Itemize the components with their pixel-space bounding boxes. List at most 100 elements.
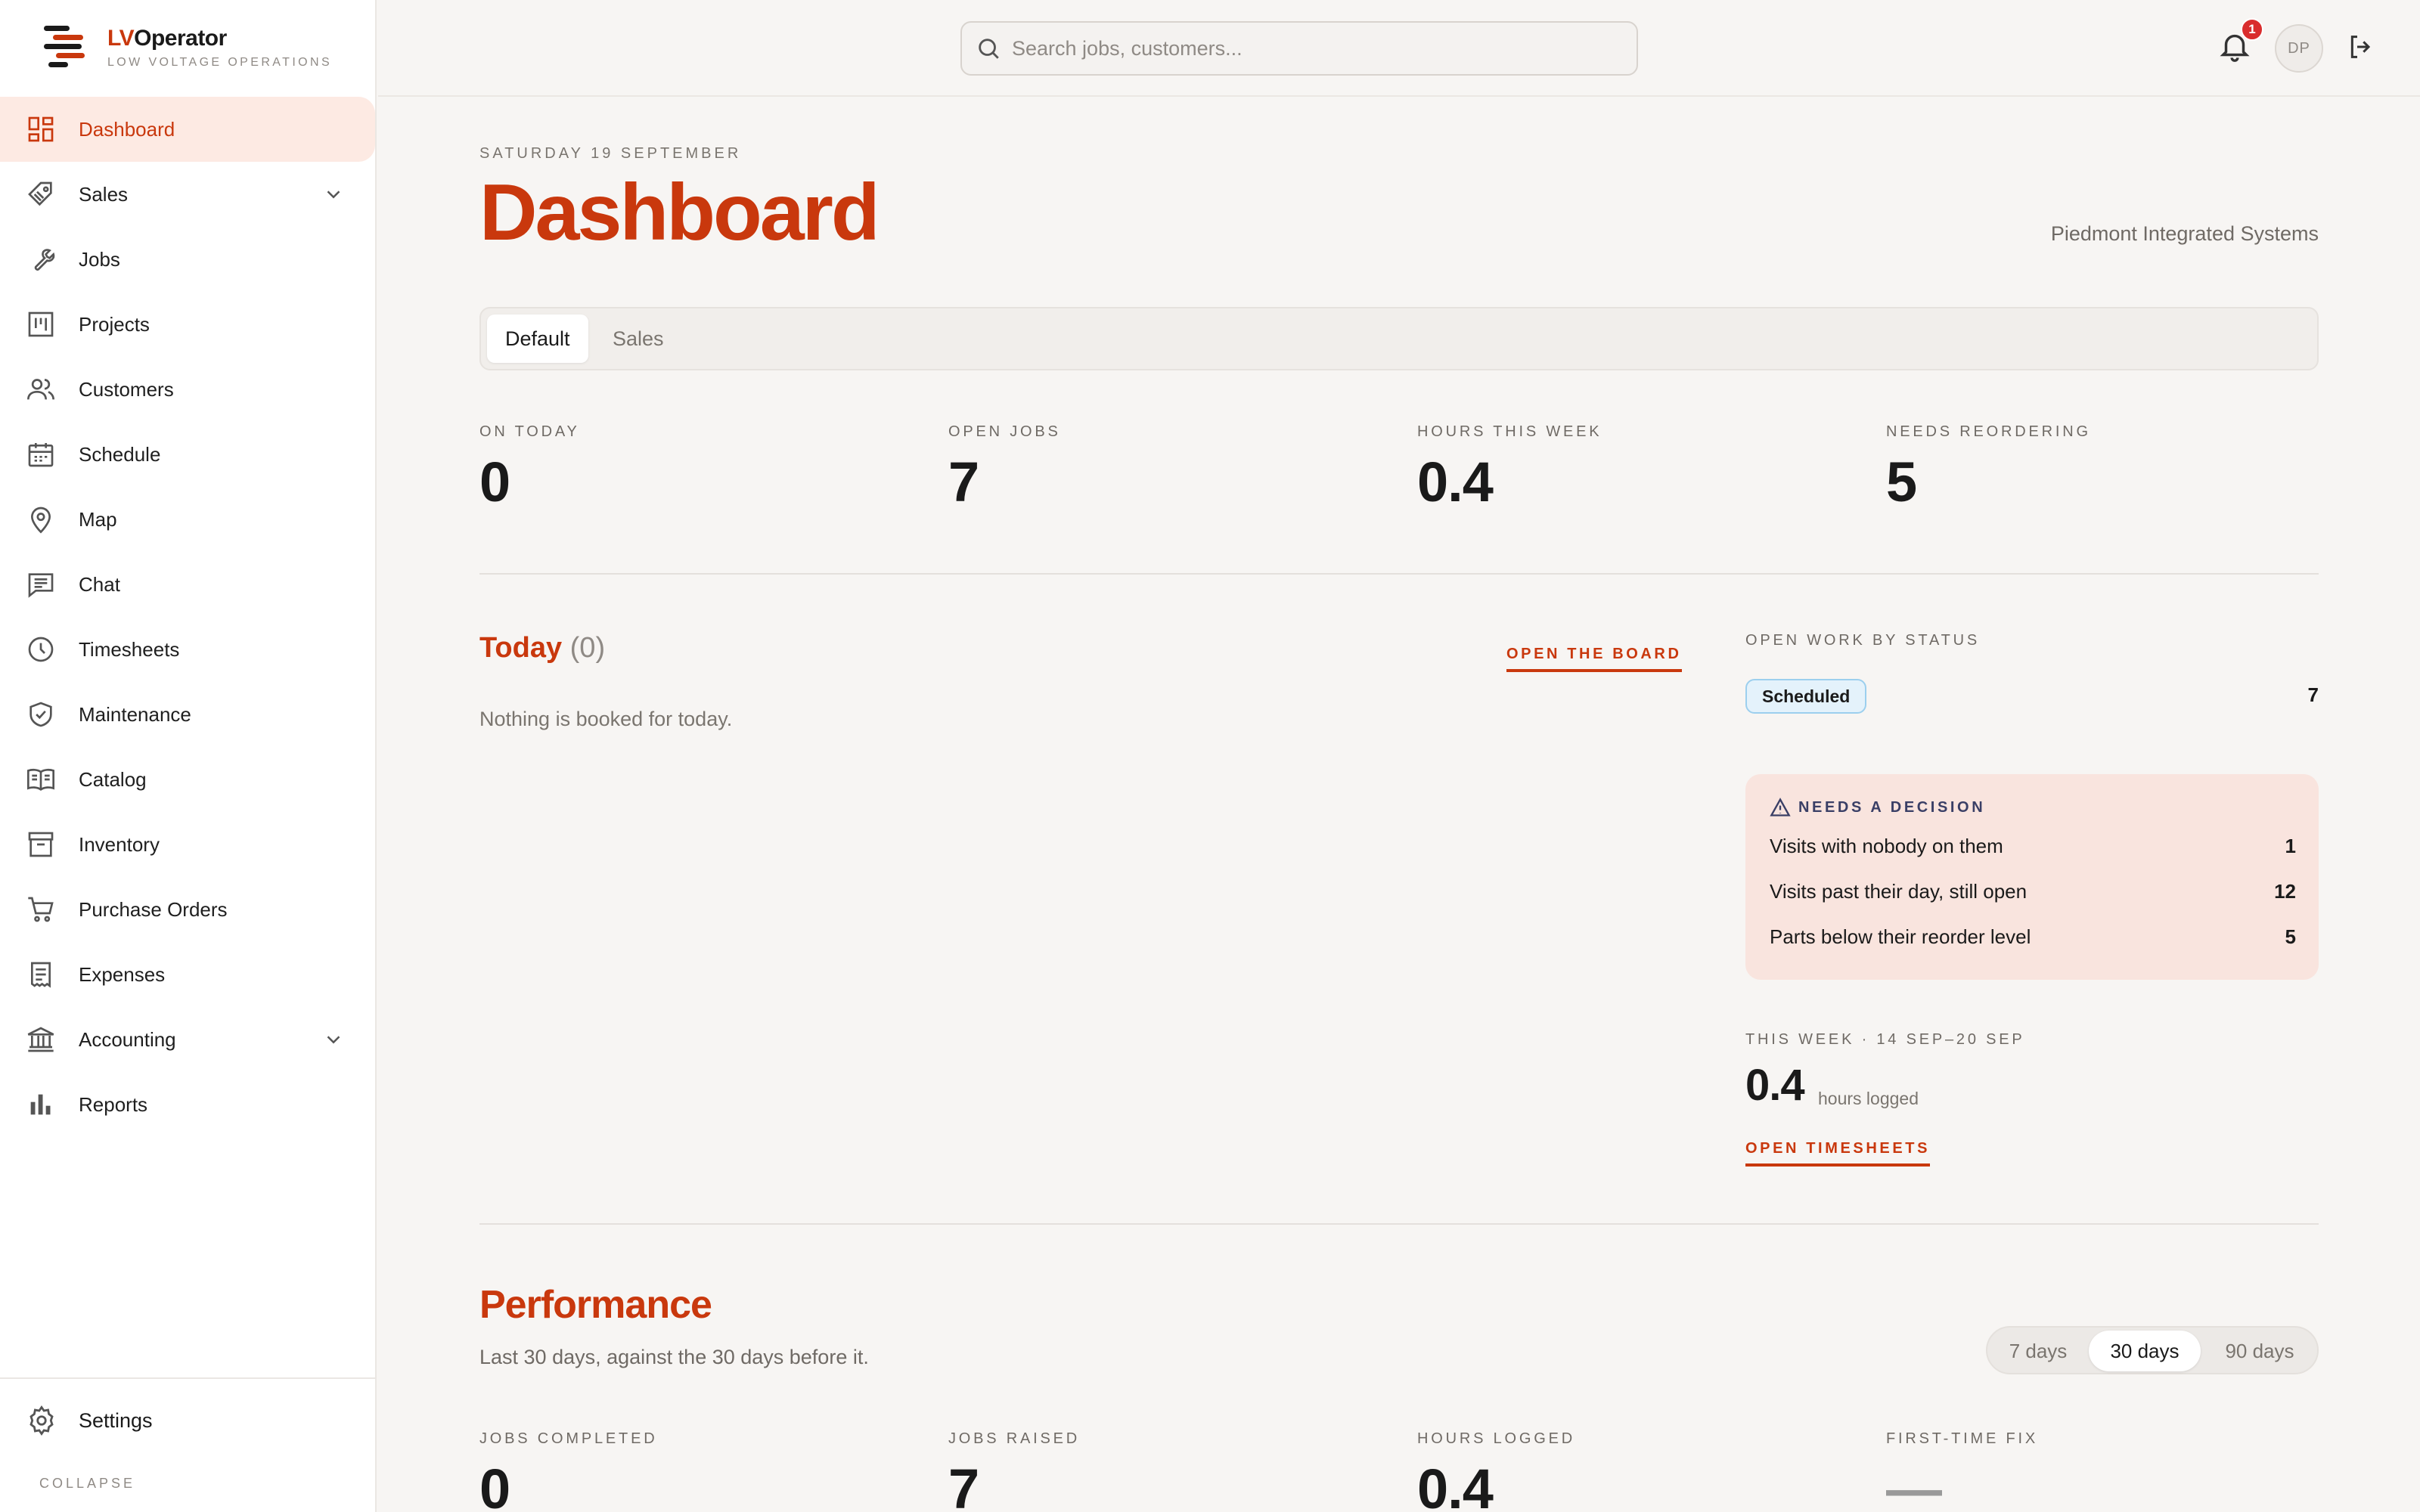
sidebar-item-label: Chat [79, 572, 120, 596]
decision-row[interactable]: Parts below their reorder level 5 [1770, 925, 2296, 949]
sidebar-item-accounting[interactable]: Accounting [0, 1007, 377, 1072]
kpi-jobs-raised: JOBS RAISED 7 [948, 1430, 1081, 1512]
status-count: 7 [2307, 683, 2319, 706]
kanban-icon [28, 311, 54, 337]
settings-label: Settings [79, 1408, 153, 1432]
week-hours-unit: hours logged [1818, 1089, 1919, 1108]
book-icon [27, 768, 54, 791]
brand-tagline: LOW VOLTAGE OPERATIONS [107, 56, 333, 69]
receipt-icon [31, 962, 51, 988]
divider [479, 1223, 2319, 1225]
sidebar-item-label: Timesheets [79, 637, 180, 661]
brand-logo[interactable]: LVOperator LOW VOLTAGE OPERATIONS [44, 24, 332, 73]
chat-icon [28, 573, 54, 598]
sidebar-item-label: Sales [79, 182, 129, 206]
collapse-button[interactable]: COLLAPSE [39, 1476, 135, 1492]
search-input[interactable] [1012, 36, 1602, 60]
week-label: THIS WEEK · 14 SEP–20 SEP [1745, 1031, 2025, 1048]
search-icon [979, 39, 999, 59]
decision-row[interactable]: Visits with nobody on them 1 [1770, 835, 2296, 858]
sidebar-item-map[interactable]: Map [0, 487, 377, 552]
sidebar-item-schedule[interactable]: Schedule [0, 422, 377, 487]
shield-check-icon [29, 702, 52, 727]
company-name: Piedmont Integrated Systems [2050, 222, 2319, 245]
calendar-icon [28, 443, 54, 467]
wrench-icon [34, 249, 55, 271]
search-bar[interactable] [960, 21, 1638, 76]
map-pin-icon [30, 507, 51, 534]
kpi-first-time-fix: FIRST-TIME FIX — [1886, 1430, 2038, 1512]
warning-icon [1770, 798, 1791, 816]
today-heading: Today (0) [479, 632, 606, 664]
tab-sales[interactable]: Sales [594, 314, 682, 363]
status-badge[interactable]: Scheduled [1745, 679, 1867, 714]
sidebar-item-label: Dashboard [79, 117, 175, 141]
notification-badge: 1 [2241, 18, 2263, 41]
sidebar-item-label: Maintenance [79, 702, 191, 726]
range-30-days[interactable]: 30 days [2089, 1331, 2201, 1371]
users-icon [27, 379, 54, 400]
sidebar-item-label: Purchase Orders [79, 897, 228, 921]
divider [479, 573, 2319, 575]
sidebar-item-sales[interactable]: Sales [0, 162, 377, 227]
sidebar-item-purchase-orders[interactable]: Purchase Orders [0, 877, 377, 942]
cart-icon [28, 897, 54, 922]
sidebar-item-dashboard[interactable]: Dashboard [0, 97, 375, 162]
sidebar: LVOperator LOW VOLTAGE OPERATIONS Dashbo… [0, 0, 377, 1512]
week-hours-value: 0.4 [1745, 1061, 1805, 1110]
open-board-link[interactable]: OPEN THE BOARD [1506, 646, 1682, 672]
bank-icon [27, 1027, 54, 1052]
topbar: 1 DP [378, 0, 2420, 97]
kpi-hours-logged: HOURS LOGGED 0.4 [1417, 1430, 1575, 1512]
chevron-down-icon[interactable] [322, 1028, 345, 1051]
today-empty-text: Nothing is booked for today. [479, 708, 733, 730]
open-timesheets-link[interactable]: OPEN TIMESHEETS [1745, 1140, 1931, 1167]
decision-row[interactable]: Visits past their day, still open 12 [1770, 880, 2296, 903]
sidebar-item-inventory[interactable]: Inventory [0, 812, 377, 877]
needs-decision-panel: NEEDS A DECISION Visits with nobody on t… [1745, 774, 2319, 980]
kpi-needs-reordering: NEEDS REORDERING 5 [1886, 423, 2091, 513]
sidebar-item-settings[interactable]: Settings [0, 1379, 377, 1462]
sidebar-nav: Dashboard Sales Jobs Projects Customers … [0, 97, 377, 1137]
dashboard-tabs: Default Sales [479, 307, 2319, 370]
sidebar-item-chat[interactable]: Chat [0, 552, 377, 617]
range-7-days[interactable]: 7 days [1992, 1331, 2084, 1371]
sidebar-item-timesheets[interactable]: Timesheets [0, 617, 377, 682]
sidebar-item-jobs[interactable]: Jobs [0, 227, 377, 292]
chevron-down-icon[interactable] [322, 183, 345, 206]
sidebar-item-label: Schedule [79, 442, 161, 466]
sidebar-item-label: Catalog [79, 767, 147, 791]
range-90-days[interactable]: 90 days [2205, 1331, 2314, 1371]
sidebar-item-customers[interactable]: Customers [0, 357, 377, 422]
sidebar-item-label: Projects [79, 312, 150, 336]
sidebar-item-catalog[interactable]: Catalog [0, 747, 377, 812]
performance-heading: Performance [479, 1283, 712, 1327]
decision-heading: NEEDS A DECISION [1770, 797, 1985, 818]
archive-box-icon [28, 832, 54, 857]
kpi-on-today: ON TODAY 0 [479, 423, 580, 513]
status-label: OPEN WORK BY STATUS [1745, 632, 1981, 649]
tab-default[interactable]: Default [487, 314, 588, 363]
kpi-jobs-completed: JOBS COMPLETED 0 [479, 1430, 658, 1512]
sidebar-item-maintenance[interactable]: Maintenance [0, 682, 377, 747]
sidebar-item-expenses[interactable]: Expenses [0, 942, 377, 1007]
kpi-hours-this-week: HOURS THIS WEEK 0.4 [1417, 423, 1602, 513]
sidebar-item-label: Inventory [79, 832, 160, 856]
logout-icon[interactable] [2346, 32, 2376, 62]
brand-name: LVOperator [107, 26, 227, 51]
dashboard-icon [28, 116, 54, 142]
tag-icon [28, 181, 52, 206]
sidebar-item-label: Map [79, 507, 117, 531]
sidebar-item-reports[interactable]: Reports [0, 1072, 377, 1137]
avatar[interactable]: DP [2275, 24, 2323, 73]
main-content: SATURDAY 19 SEPTEMBER Dashboard Piedmont… [378, 98, 2420, 1512]
gear-icon [29, 1405, 54, 1436]
range-selector: 7 days 30 days 90 days [1986, 1326, 2319, 1374]
sidebar-item-label: Customers [79, 377, 174, 401]
page-title: Dashboard [479, 168, 880, 257]
kpi-open-jobs: OPEN JOBS 7 [948, 423, 1061, 513]
sidebar-item-label: Jobs [79, 247, 120, 271]
sidebar-item-label: Accounting [79, 1027, 176, 1051]
sidebar-item-projects[interactable]: Projects [0, 292, 377, 357]
sidebar-item-label: Expenses [79, 962, 166, 986]
